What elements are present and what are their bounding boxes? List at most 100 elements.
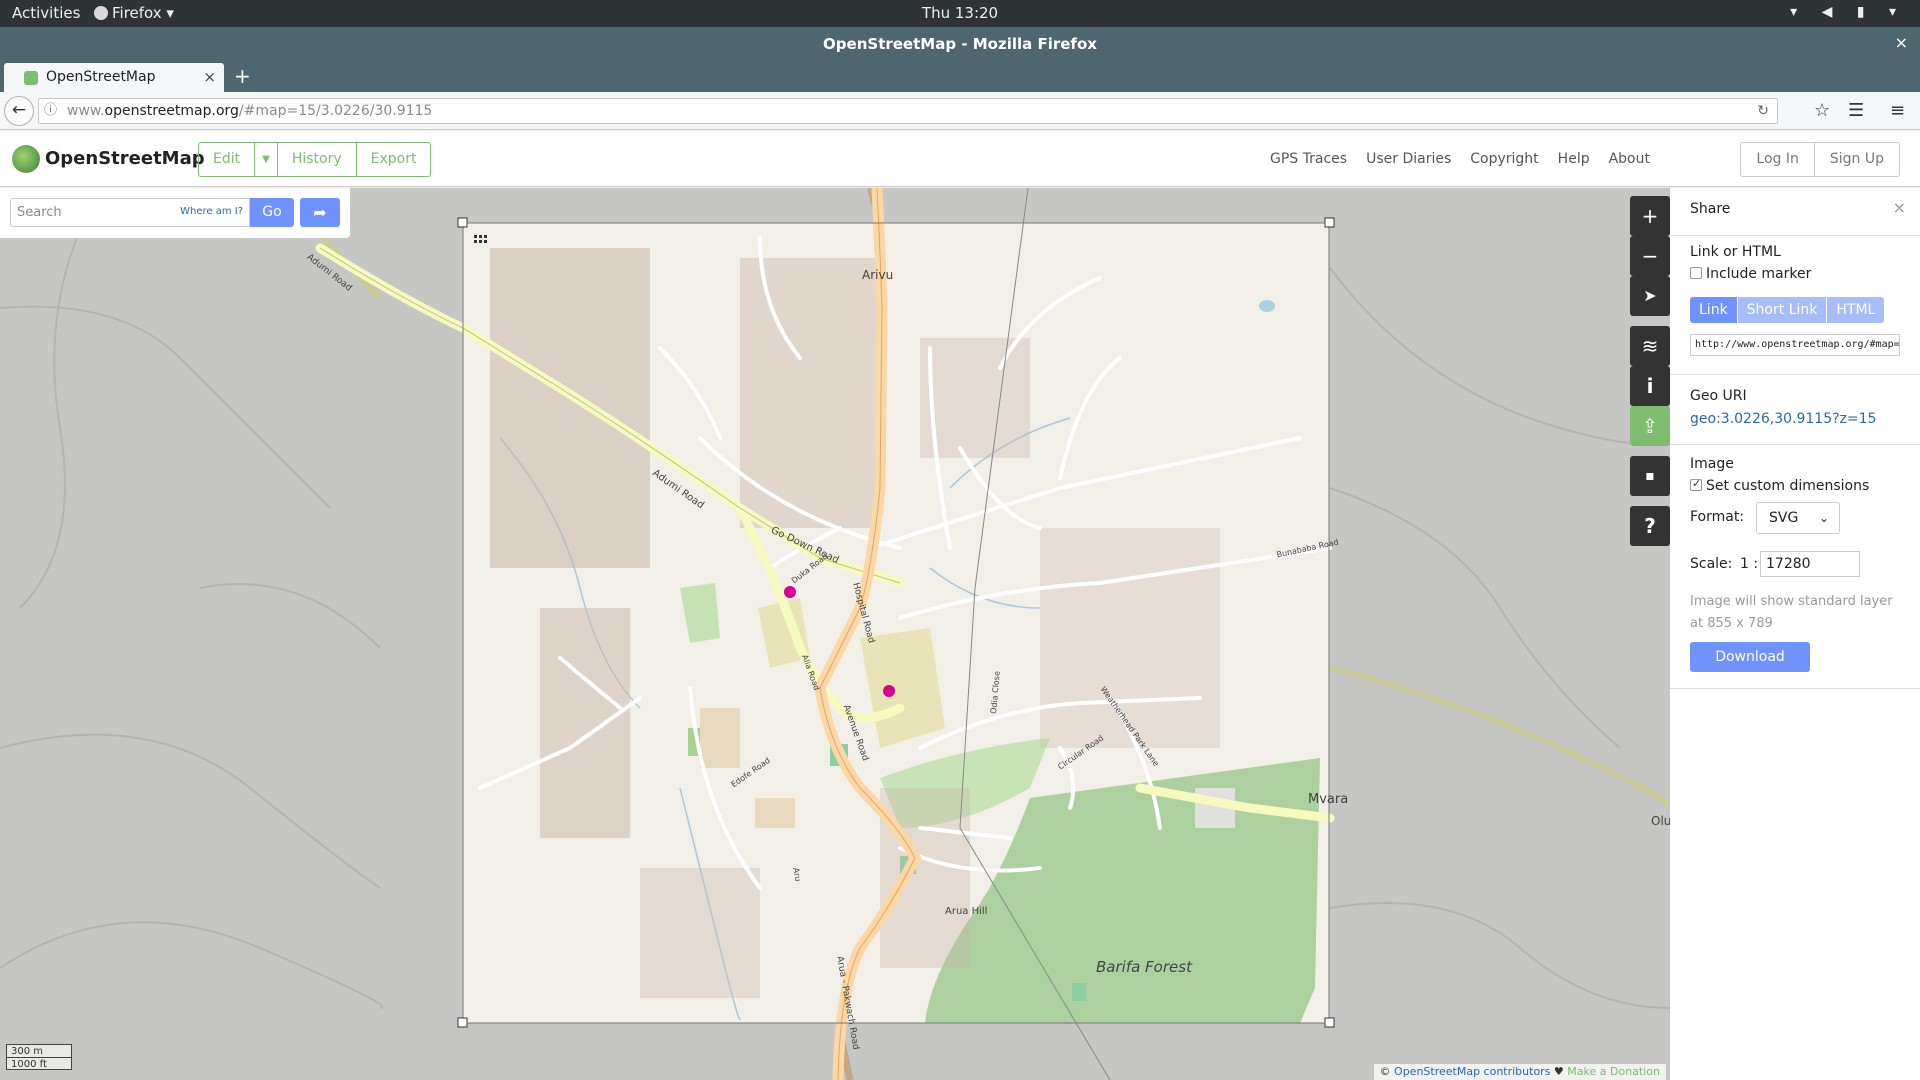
favicon-icon <box>24 71 38 85</box>
search-go-button[interactable]: Go <box>250 198 294 227</box>
tab-html[interactable]: HTML <box>1827 297 1885 323</box>
label-mvara: Mvara <box>1308 792 1349 807</box>
url-text: www.openstreetmap.org/#map=15/3.0226/30.… <box>67 99 432 123</box>
tab-link[interactable]: Link <box>1690 297 1738 323</box>
scale-ratio-prefix: 1 : <box>1740 556 1759 572</box>
help-icon[interactable]: ? <box>1630 506 1670 546</box>
osm-logo-icon[interactable] <box>12 145 40 173</box>
url-domain: openstreetmap.org <box>104 103 239 119</box>
layers-icon[interactable]: ≋ <box>1630 326 1670 366</box>
window-title-bar: OpenStreetMap - Mozilla Firefox × <box>0 27 1920 61</box>
url-path: /#map=15/3.0226/30.9115 <box>238 103 433 119</box>
export-button[interactable]: Export <box>357 143 431 176</box>
edit-button[interactable]: Edit <box>199 143 256 176</box>
signup-button[interactable]: Sign Up <box>1815 143 1899 176</box>
custom-dimensions-checkbox[interactable]: Set custom dimensions <box>1690 477 1870 494</box>
custom-dimensions-box[interactable] <box>1690 477 1702 491</box>
directions-icon[interactable]: ➦ <box>300 198 340 227</box>
share-title: Share <box>1690 201 1731 217</box>
tab-short-link[interactable]: Short Link <box>1737 297 1828 323</box>
image-heading: Image <box>1690 456 1734 472</box>
url-prefix: www. <box>67 103 105 119</box>
scale-label: Scale: <box>1690 556 1733 572</box>
format-select[interactable]: SVG ⌄ <box>1756 502 1840 534</box>
site-info-icon[interactable]: ⓘ <box>44 99 57 123</box>
map-attribution: © OpenStreetMap contributors ♥ Make a Do… <box>1373 1064 1666 1080</box>
window-title: OpenStreetMap - Mozilla Firefox <box>823 35 1097 53</box>
add-note-icon[interactable]: ▪ <box>1630 456 1670 496</box>
link-gps-traces[interactable]: GPS Traces <box>1270 151 1347 167</box>
share-link-field[interactable]: http://www.openstreetmap.org/#map=15/3.0… <box>1690 334 1900 356</box>
label-barifa-forest: Barifa Forest <box>1096 958 1192 976</box>
divider <box>1670 444 1920 445</box>
search-input[interactable]: Search Where am I? <box>10 198 250 227</box>
make-donation-link[interactable]: Make a Donation <box>1567 1065 1660 1078</box>
zoom-out-button[interactable]: − <box>1630 236 1670 276</box>
window-close-icon[interactable]: × <box>1895 33 1908 52</box>
library-icon[interactable]: ☰ <box>1848 100 1864 121</box>
custom-dimensions-label: Set custom dimensions <box>1706 478 1870 494</box>
map-canvas[interactable] <box>0 188 1670 1080</box>
scale-input[interactable]: 17280 <box>1760 551 1860 577</box>
geo-uri-link[interactable]: geo:3.0226,30.9115?z=15 <box>1690 411 1876 427</box>
scale-imperial: 1000 ft <box>7 1057 71 1070</box>
locate-icon[interactable]: ➤ <box>1630 276 1670 316</box>
divider <box>1670 374 1920 375</box>
heart-icon: ♥ <box>1550 1065 1568 1078</box>
link-html-heading: Link or HTML <box>1690 244 1781 260</box>
app-menu[interactable]: Firefox ▾ <box>94 4 174 22</box>
share-close-icon[interactable]: × <box>1893 198 1906 217</box>
link-copyright[interactable]: Copyright <box>1470 151 1538 167</box>
zoom-in-button[interactable]: + <box>1630 196 1670 236</box>
include-marker-checkbox[interactable]: Include marker <box>1690 266 1811 282</box>
where-am-i-link[interactable]: Where am I? <box>180 206 243 217</box>
divider <box>1670 688 1920 689</box>
tab-strip: OpenStreetMap × <box>0 61 1920 92</box>
image-note: Image will show standard layer at 855 x … <box>1690 594 1893 631</box>
tab-openstreetmap[interactable]: OpenStreetMap × <box>4 63 224 92</box>
osm-header: OpenStreetMap Edit ▼ History Export GPS … <box>0 131 1920 187</box>
url-bar[interactable]: ⓘ www.openstreetmap.org/#map=15/3.0226/3… <box>38 98 1778 124</box>
format-label: Format: <box>1690 509 1745 525</box>
scale-bar: 300 m 1000 ft <box>6 1044 72 1070</box>
label-arua-hill: Arua Hill <box>945 906 988 917</box>
tab-label: OpenStreetMap <box>46 69 156 85</box>
new-tab-button[interactable]: + <box>234 64 251 88</box>
map-key-info-icon[interactable]: i <box>1630 366 1670 406</box>
history-button[interactable]: History <box>278 143 357 176</box>
firefox-icon <box>94 6 108 20</box>
activities-button[interactable]: Activities <box>12 4 80 22</box>
navigation-bar: ← ⓘ www.openstreetmap.org/#map=15/3.0226… <box>0 92 1920 130</box>
back-button[interactable]: ← <box>4 96 34 126</box>
menu-icon[interactable]: ≡ <box>1890 100 1905 121</box>
bookmark-star-icon[interactable]: ☆ <box>1814 100 1830 121</box>
osm-contributors-link[interactable]: OpenStreetMap contributors <box>1394 1065 1550 1078</box>
tab-close-icon[interactable]: × <box>203 68 216 86</box>
system-status-icons[interactable]: ▾ ◀ ▮ ▾ <box>1790 4 1906 20</box>
share-icon[interactable]: ⇪ <box>1630 406 1670 446</box>
link-about[interactable]: About <box>1609 151 1650 167</box>
clock[interactable]: Thu 13:20 <box>0 4 1920 22</box>
share-panel: Share × Link or HTML Include marker Link… <box>1670 188 1920 1080</box>
include-marker-label: Include marker <box>1706 266 1812 282</box>
auth-buttons: Log In Sign Up <box>1740 142 1900 177</box>
site-name[interactable]: OpenStreetMap <box>45 148 205 169</box>
edit-history-export-group: Edit ▼ History Export <box>198 142 432 177</box>
label-olu: Olu <box>1651 814 1670 828</box>
format-value: SVG <box>1769 510 1799 526</box>
map-view[interactable]: Arivu Adumi Road Adumi Road Go Down Road… <box>0 188 1670 1080</box>
link-help[interactable]: Help <box>1558 151 1590 167</box>
app-menu-label: Firefox ▾ <box>112 4 174 22</box>
link-type-tabs: Link Short Link HTML <box>1690 297 1885 323</box>
search-panel: Search Where am I? Go ➦ <box>0 188 350 238</box>
share-header: Share × <box>1670 188 1920 236</box>
download-button[interactable]: Download <box>1690 642 1810 672</box>
system-top-bar: Activities Firefox ▾ Thu 13:20 ▾ ◀ ▮ ▾ <box>0 0 1920 27</box>
edit-dropdown-caret-icon[interactable]: ▼ <box>255 143 278 176</box>
link-user-diaries[interactable]: User Diaries <box>1366 151 1451 167</box>
scale-metric: 300 m <box>7 1044 71 1057</box>
login-button[interactable]: Log In <box>1741 143 1815 176</box>
attribution-copyright: © <box>1379 1065 1395 1078</box>
reload-icon[interactable]: ↻ <box>1757 99 1769 123</box>
include-marker-box[interactable] <box>1690 267 1702 279</box>
